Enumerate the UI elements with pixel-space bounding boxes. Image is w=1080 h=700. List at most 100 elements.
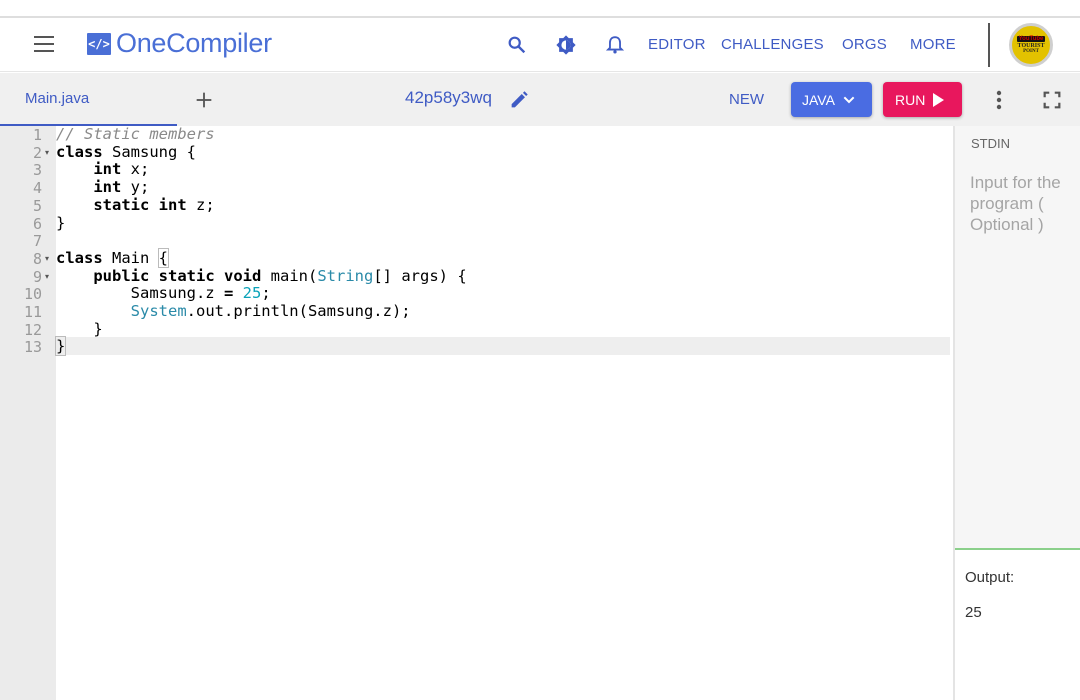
nav-challenges[interactable]: CHALLENGES <box>721 36 824 53</box>
code-line[interactable]: } <box>56 213 950 233</box>
code-token: } <box>56 213 66 232</box>
fold-arrow-icon[interactable]: ▾ <box>45 144 49 162</box>
search-icon[interactable] <box>506 34 528 56</box>
code-token: .out.println(Samsung.z); <box>186 302 411 320</box>
code-line[interactable]: class Samsung { <box>56 142 950 162</box>
code-token: Samsung { <box>102 142 196 161</box>
run-button[interactable]: RUN <box>883 82 962 117</box>
line-number: 5 <box>32 196 42 215</box>
stdin-label: STDIN <box>971 136 1010 151</box>
play-icon <box>933 92 945 107</box>
code-line[interactable]: class Main { <box>56 247 950 268</box>
code-token: [] args) { <box>373 266 467 285</box>
code-token: static <box>93 195 150 214</box>
code-area[interactable]: // Static members class Samsung { int x; … <box>54 125 950 700</box>
nav-orgs[interactable]: ORGS <box>842 36 887 53</box>
output-pane: Output: 25 <box>955 550 1080 700</box>
language-label: JAVA <box>802 91 835 108</box>
code-line[interactable]: int y; <box>56 178 950 197</box>
avatar[interactable]: YouTube TOURIST POINT <box>1009 23 1053 67</box>
code-token: } <box>56 319 103 338</box>
code-line[interactable]: } <box>54 336 950 357</box>
language-select-button[interactable]: JAVA <box>791 82 872 117</box>
code-token: ; <box>261 284 271 303</box>
code-line[interactable] <box>56 232 950 250</box>
code-token: class <box>56 248 103 267</box>
logo[interactable]: </> OneCompiler <box>87 28 272 59</box>
fullscreen-icon[interactable] <box>1041 89 1063 111</box>
nav-editor[interactable]: EDITOR <box>648 36 706 53</box>
bell-icon[interactable] <box>604 34 626 56</box>
line-number-gutter: 1 2 ▾ 3 4 5 6 7 8 ▾ 9 ▾ 10 11 12 13 <box>0 126 56 700</box>
line-number: 13 <box>23 338 42 357</box>
code-token: Main <box>102 248 159 267</box>
code-token: int <box>93 160 122 179</box>
code-line[interactable]: } <box>56 319 950 339</box>
code-token: Samsung.z <box>56 284 224 303</box>
code-token: // Static members <box>56 125 215 143</box>
theme-icon[interactable] <box>555 34 577 56</box>
line-number: 7 <box>32 232 42 251</box>
plus-icon[interactable] <box>193 89 215 111</box>
code-line[interactable]: static int z; <box>56 195 950 215</box>
code-token: y; <box>121 178 150 197</box>
code-line[interactable]: Samsung.z = 25; <box>56 284 950 303</box>
logo-text: OneCompiler <box>116 28 272 58</box>
avatar-youtube-text: YouTube <box>1016 36 1046 42</box>
code-token: String <box>317 266 374 285</box>
run-label: RUN <box>895 91 926 108</box>
logo-icon: </> <box>87 32 111 55</box>
code-token: void <box>224 266 262 285</box>
code-token: 25 <box>242 284 262 303</box>
line-number: 12 <box>23 320 42 339</box>
output-label: Output: <box>965 569 1015 586</box>
new-button[interactable]: NEW <box>729 91 764 108</box>
line-number: 3 <box>32 161 42 180</box>
code-token: static <box>158 266 215 285</box>
fold-arrow-icon[interactable]: ▾ <box>45 250 49 268</box>
code-token: System <box>130 302 187 320</box>
code-token: int <box>158 195 187 214</box>
avatar-point-text: POINT <box>1023 49 1039 54</box>
tab-label: Main.java <box>25 90 90 107</box>
right-pane: STDIN Output: 25 <box>953 126 1080 700</box>
chevron-down-icon <box>843 96 855 103</box>
header: </> OneCompiler EDITOR CHALLENGES ORGS M… <box>0 20 1080 72</box>
more-vert-icon[interactable] <box>988 88 1010 112</box>
line-number: 9 <box>32 267 42 286</box>
code-token: z; <box>186 195 215 214</box>
nav-more[interactable]: MORE <box>910 36 956 53</box>
code-token: { <box>157 247 170 268</box>
code-token: class <box>56 142 103 161</box>
header-divider <box>988 23 990 67</box>
line-number: 1 <box>32 126 42 144</box>
line-number: 11 <box>23 303 42 321</box>
code-token: public <box>93 266 150 285</box>
stdin-input[interactable] <box>970 172 1076 322</box>
code-line[interactable]: System.out.println(Samsung.z); <box>56 302 950 321</box>
code-line[interactable]: // Static members <box>56 125 950 144</box>
code-line[interactable]: public static void main(String[] args) { <box>56 266 950 286</box>
output-value: 25 <box>965 604 982 621</box>
file-name[interactable]: 42p58y3wq <box>405 88 492 108</box>
tab-main-java[interactable]: Main.java <box>0 73 177 126</box>
fold-arrow-icon[interactable]: ▾ <box>45 268 49 286</box>
code-token: = <box>223 284 234 303</box>
code-editor[interactable]: 1 2 ▾ 3 4 5 6 7 8 ▾ 9 ▾ 10 11 12 13 // Static members cl… <box>0 125 950 700</box>
code-line[interactable]: int x; <box>56 161 950 179</box>
code-token: } <box>54 336 67 357</box>
line-number: 8 <box>32 249 42 268</box>
menu-icon[interactable] <box>34 36 54 52</box>
code-token: int <box>93 178 122 197</box>
top-strip <box>0 0 1080 18</box>
line-number: 10 <box>23 285 42 304</box>
pencil-icon[interactable] <box>508 89 530 111</box>
